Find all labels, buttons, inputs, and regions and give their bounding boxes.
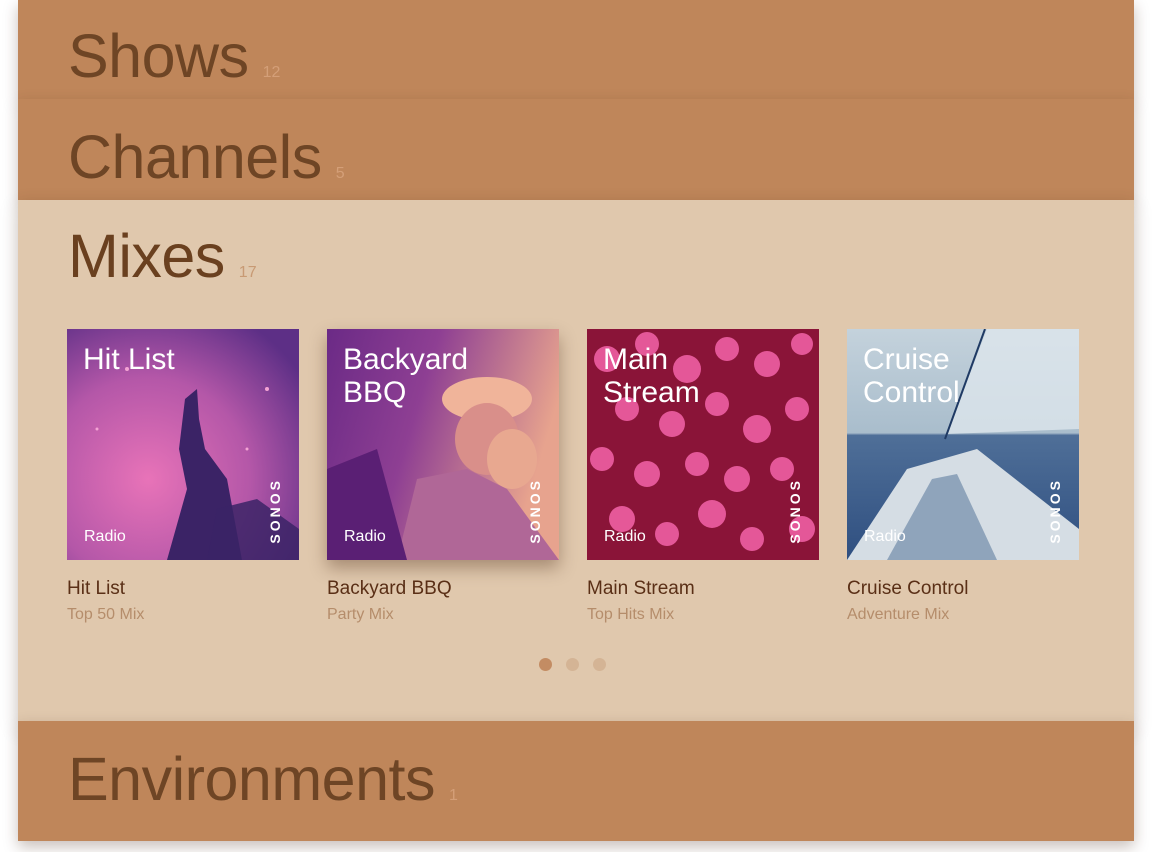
mix-card-backyard-bbq[interactable]: Backyard BBQ Radio SONOS Backyard BBQ Pa… [327, 329, 559, 624]
page-dot-2[interactable] [566, 658, 579, 671]
artwork-tag: Radio [84, 528, 126, 545]
environments-header: Environments 1 [68, 749, 458, 810]
mix-artwork[interactable]: Hit List Radio SONOS [67, 329, 299, 560]
artwork-tag: Radio [344, 528, 386, 545]
channels-title: Channels [68, 123, 322, 191]
page-dot-3[interactable] [593, 658, 606, 671]
artwork-title: Hit List [83, 343, 175, 376]
artwork-title: Cruise Control [863, 343, 960, 409]
page-dot-1[interactable] [539, 658, 552, 671]
mix-subtitle: Adventure Mix [847, 606, 950, 623]
sonos-logo: SONOS [787, 478, 803, 544]
sonos-logo: SONOS [527, 478, 543, 544]
mix-artwork[interactable]: Main Stream Radio SONOS [587, 329, 819, 560]
shows-header: Shows 12 [68, 26, 280, 87]
artwork-tag: Radio [864, 528, 906, 545]
environments-title: Environments [68, 745, 435, 813]
channels-header: Channels 5 [68, 127, 345, 188]
shows-panel[interactable]: Shows 12 [18, 0, 1134, 100]
artwork-title: Backyard BBQ [343, 343, 469, 409]
mixes-header[interactable]: Mixes 17 [68, 226, 257, 287]
artwork-tag: Radio [604, 528, 646, 545]
mix-subtitle: Top Hits Mix [587, 606, 675, 623]
mix-title[interactable]: Backyard BBQ [327, 578, 559, 600]
environments-count: 1 [448, 787, 458, 804]
mix-card-cruise-control[interactable]: Cruise Control Radio SONOS Cruise Contro… [847, 329, 1079, 624]
artwork-title: Main Stream [603, 343, 700, 409]
sonos-logo: SONOS [267, 478, 283, 544]
channels-count: 5 [335, 165, 345, 182]
mix-artwork[interactable]: Backyard BBQ Radio SONOS [327, 329, 559, 560]
channels-panel[interactable]: Channels 5 [18, 99, 1134, 201]
shows-title: Shows [68, 22, 249, 90]
sonos-logo: SONOS [1047, 478, 1063, 544]
mix-title[interactable]: Cruise Control [847, 578, 1079, 600]
mixes-count: 17 [238, 264, 257, 281]
mix-subtitle: Party Mix [327, 606, 394, 623]
mix-card-main-stream[interactable]: Main Stream Radio SONOS Main Stream Top … [587, 329, 819, 624]
mix-title[interactable]: Hit List [67, 578, 299, 600]
mix-artwork[interactable]: Cruise Control Radio SONOS [847, 329, 1079, 560]
mix-title[interactable]: Main Stream [587, 578, 819, 600]
mix-card-hit-list[interactable]: Hit List Radio SONOS Hit List Top 50 Mix [67, 329, 299, 624]
environments-panel[interactable]: Environments 1 [18, 721, 1134, 841]
page-indicator [539, 658, 606, 671]
mixes-panel: Mixes 17 Hit List Radio SONOS Hit List T… [18, 200, 1134, 724]
mixes-title: Mixes [68, 222, 225, 290]
shows-count: 12 [262, 64, 281, 81]
mix-subtitle: Top 50 Mix [67, 606, 145, 623]
